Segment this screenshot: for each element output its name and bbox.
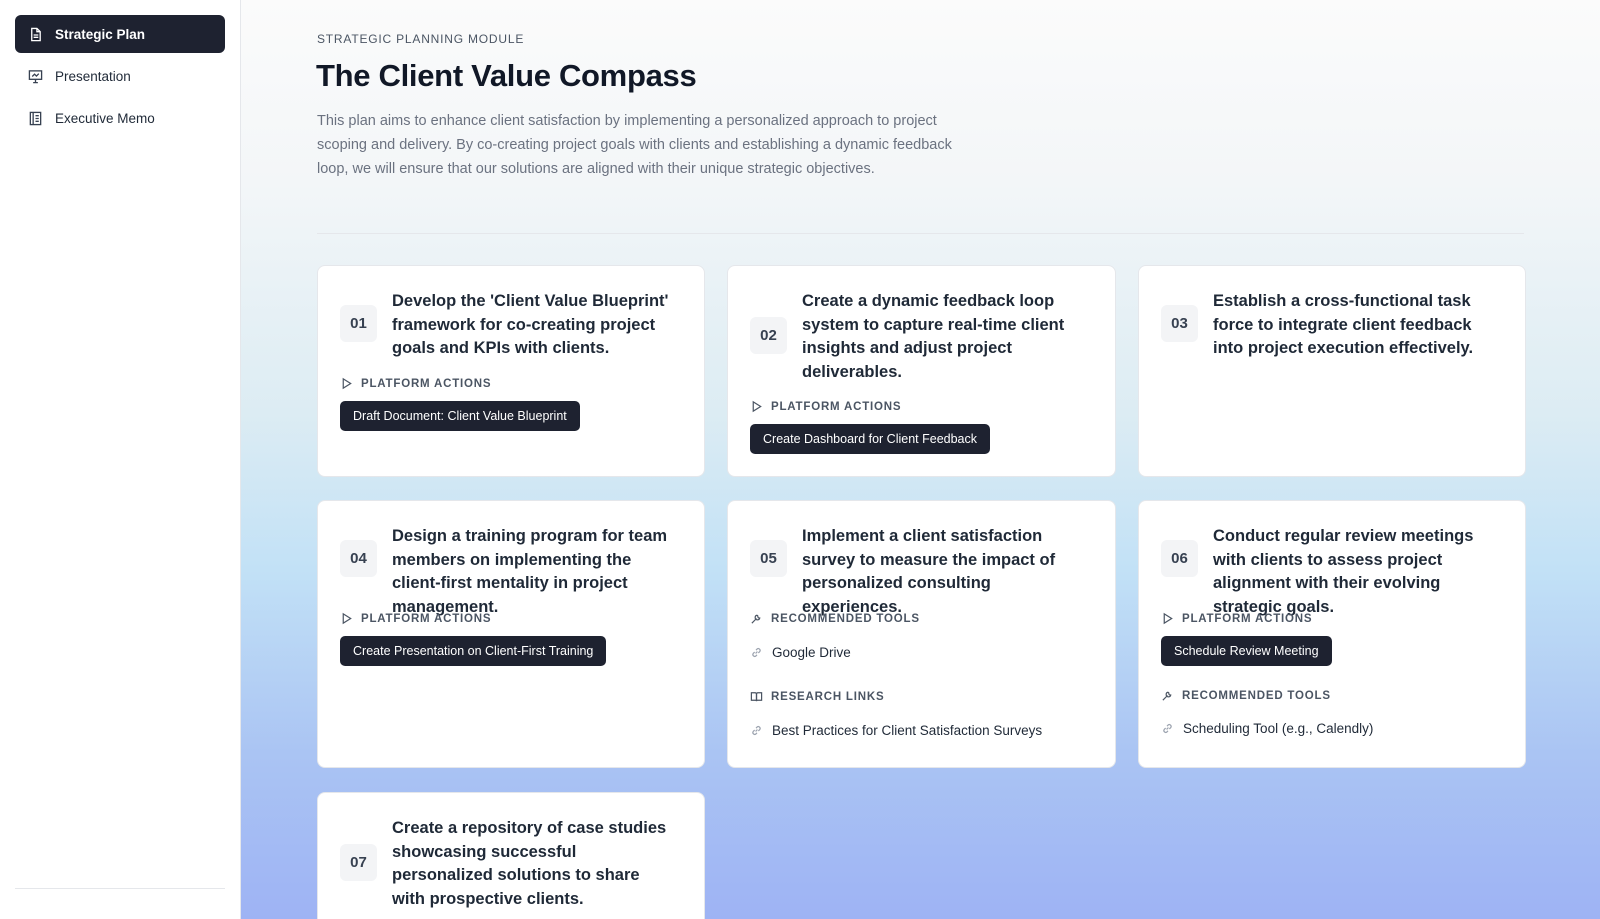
card-number: 01 (340, 305, 377, 342)
platform-actions-label: PLATFORM ACTIONS (340, 612, 491, 625)
strategy-card-04: 04 Design a training program for team me… (317, 500, 705, 768)
book-icon (750, 692, 763, 702)
card-number: 07 (340, 844, 377, 881)
main-content: STRATEGIC PLANNING MODULE The Client Val… (241, 0, 1600, 919)
card-title: Design a training program for team membe… (392, 527, 668, 616)
card-title: Create a dynamic feedback loop system to… (802, 292, 1065, 381)
play-icon (752, 400, 762, 413)
strategy-card-02: 02 Create a dynamic feedback loop system… (727, 265, 1116, 477)
recommended-tools-label: RECOMMENDED TOOLS (1161, 689, 1331, 702)
action-button[interactable]: Create Dashboard for Client Feedback (750, 424, 991, 454)
action-button[interactable]: Schedule Review Meeting (1161, 636, 1332, 666)
sidebar-item-label: Presentation (55, 68, 131, 84)
header-divider (317, 233, 1524, 234)
strategy-card-06: 06 Conduct regular review meetings with … (1138, 500, 1526, 768)
play-icon (1163, 612, 1173, 625)
card-number: 06 (1161, 540, 1198, 577)
sidebar-item-label: Strategic Plan (55, 26, 146, 42)
wrench-icon (1162, 691, 1172, 701)
sidebar-item-executive-memo[interactable]: Executive Memo (15, 99, 225, 137)
platform-actions-label: PLATFORM ACTIONS (1161, 612, 1312, 625)
play-icon (342, 377, 352, 390)
page-title: The Client Value Compass (316, 58, 697, 93)
card-number: 02 (750, 317, 787, 354)
wrench-icon (751, 614, 761, 624)
recommended-tools-label: RECOMMENDED TOOLS (750, 612, 920, 625)
card-title: Develop the 'Client Value Blueprint' fra… (392, 292, 669, 357)
link-icon (752, 648, 761, 657)
card-title: Conduct regular review meetings with cli… (1213, 527, 1474, 616)
sidebar-item-strategic-plan[interactable]: Strategic Plan (15, 15, 225, 53)
play-icon (342, 612, 352, 625)
strategy-card-07: 07 Create a repository of case studies s… (317, 792, 705, 919)
research-links-label: RESEARCH LINKS (750, 690, 884, 703)
memo-icon (27, 110, 43, 126)
research-link[interactable]: Best Practices for Client Satisfaction S… (750, 723, 1042, 738)
card-title: Establish a cross-functional task force … (1213, 292, 1474, 357)
card-number: 03 (1161, 305, 1198, 342)
sidebar-item-label: Executive Memo (55, 110, 155, 126)
link-icon (752, 726, 761, 735)
card-title: Create a repository of case studies show… (392, 819, 667, 908)
module-eyebrow: STRATEGIC PLANNING MODULE (317, 32, 525, 46)
presentation-icon (27, 68, 43, 84)
strategy-card-03: 03 Establish a cross-functional task for… (1138, 265, 1526, 477)
card-number: 05 (750, 540, 787, 577)
link-icon (1163, 724, 1172, 733)
sidebar: Strategic Plan Presentation Executive Me… (0, 0, 241, 919)
action-button[interactable]: Draft Document: Client Value Blueprint (340, 401, 580, 431)
document-icon (27, 26, 43, 42)
platform-actions-label: PLATFORM ACTIONS (750, 400, 901, 413)
card-title: Implement a client satisfaction survey t… (802, 527, 1056, 616)
strategy-card-01: 01 Develop the 'Client Value Blueprint' … (317, 265, 705, 477)
sidebar-item-presentation[interactable]: Presentation (15, 57, 225, 95)
tool-link[interactable]: Google Drive (750, 645, 851, 660)
strategy-card-05: 05 Implement a client satisfaction surve… (727, 500, 1116, 768)
action-button[interactable]: Create Presentation on Client-First Trai… (340, 636, 607, 666)
tool-link[interactable]: Scheduling Tool (e.g., Calendly) (1161, 721, 1373, 736)
page-description: This plan aims to enhance client satisfa… (317, 113, 952, 177)
platform-actions-label: PLATFORM ACTIONS (340, 377, 491, 390)
card-number: 04 (340, 540, 377, 577)
sidebar-divider (15, 888, 225, 889)
